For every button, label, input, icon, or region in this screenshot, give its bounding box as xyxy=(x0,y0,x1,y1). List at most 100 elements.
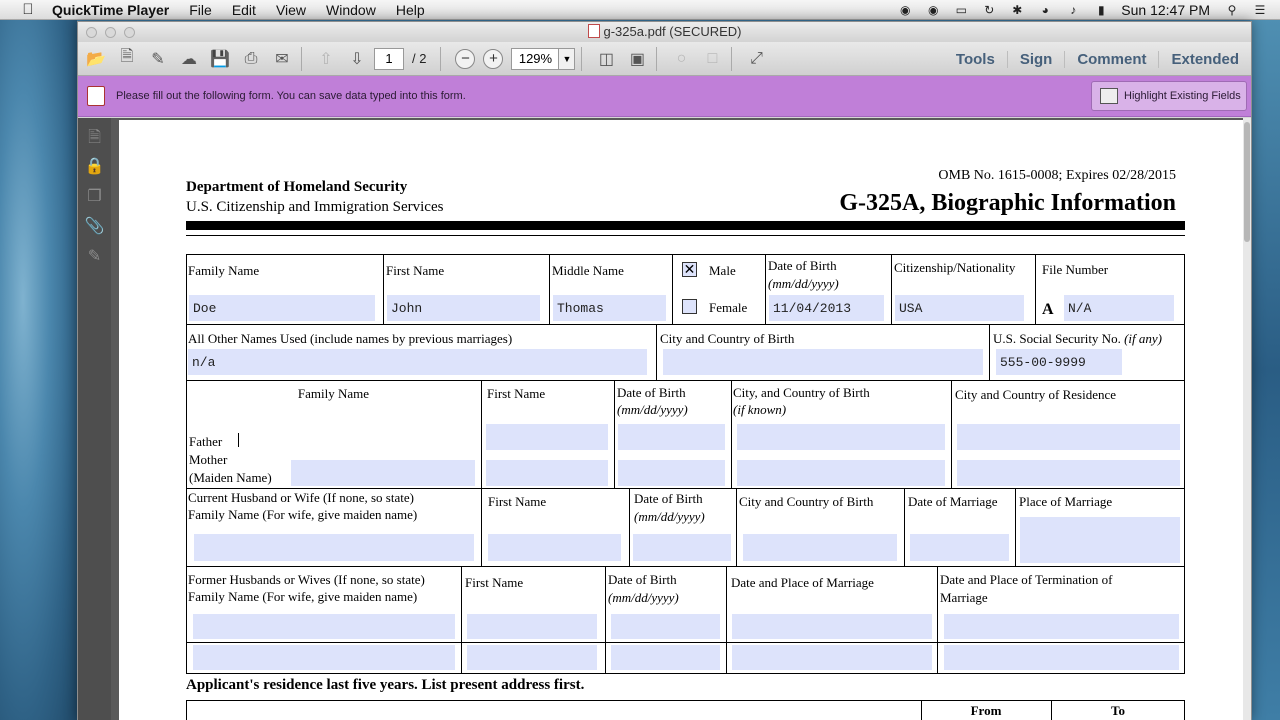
zoom-window-button[interactable] xyxy=(124,27,135,38)
tools-pane-link[interactable]: Tools xyxy=(944,51,1007,68)
male-checkbox[interactable]: ✕ xyxy=(682,262,697,277)
signature-icon[interactable]: ✎ xyxy=(85,246,105,268)
former-dpm-field-1[interactable] xyxy=(732,614,932,639)
dob-format-label: (mm/dd/yyyy) xyxy=(768,276,839,291)
former-first-name-field-1[interactable] xyxy=(467,614,597,639)
airplay-icon[interactable]: ▭ xyxy=(953,3,969,17)
spouse-first-name-field[interactable] xyxy=(488,534,621,561)
former-dob-field-1[interactable] xyxy=(611,614,720,639)
table-border xyxy=(186,673,1185,674)
zoom-in-button[interactable]: + xyxy=(483,48,504,69)
fit-width-icon[interactable]: ▣ xyxy=(624,47,650,71)
print-icon[interactable]: ⎙ xyxy=(238,47,264,71)
comment-bubble-icon[interactable]: ○ xyxy=(668,47,694,71)
parents-dob-format-label: (mm/dd/yyyy) xyxy=(617,402,688,417)
open-icon[interactable]: 📂 xyxy=(83,47,109,71)
former-first-name-field-2[interactable] xyxy=(467,645,597,670)
father-city-birth-field[interactable] xyxy=(737,424,945,450)
save-icon[interactable]: 💾 xyxy=(207,47,233,71)
table-border xyxy=(1184,254,1185,674)
sticky-note-icon[interactable]: □ xyxy=(699,47,725,71)
spouse-dob-field[interactable] xyxy=(633,534,731,561)
menu-window[interactable]: Window xyxy=(326,2,376,18)
menu-file[interactable]: File xyxy=(189,2,212,18)
previous-page-icon[interactable]: ⇧ xyxy=(313,47,339,71)
other-names-field[interactable]: n/a xyxy=(188,349,647,375)
close-window-button[interactable] xyxy=(86,27,97,38)
father-residence-field[interactable] xyxy=(957,424,1180,450)
pdf-window: g-325a.pdf (SECURED) 📂 🗎 ✎ ☁ 💾 ⎙ ✉ ⇧ ⇩ 1… xyxy=(77,21,1252,720)
mother-first-name-field[interactable] xyxy=(486,460,608,486)
spouse-city-birth-field[interactable] xyxy=(743,534,897,561)
former-family-name-field-2[interactable] xyxy=(193,645,455,670)
app-menu[interactable]: QuickTime Player xyxy=(52,2,169,18)
sign-pane-link[interactable]: Sign xyxy=(1006,50,1065,68)
first-name-field[interactable]: John xyxy=(387,295,540,321)
highlight-fields-button[interactable]: Highlight Existing Fields xyxy=(1091,81,1247,111)
minimize-window-button[interactable] xyxy=(105,27,116,38)
table-border xyxy=(481,380,482,488)
bluetooth-icon[interactable]: ✱ xyxy=(1009,3,1025,17)
former-dpm-field-2[interactable] xyxy=(732,645,932,670)
extended-pane-link[interactable]: Extended xyxy=(1158,50,1251,68)
email-icon[interactable]: ✉ xyxy=(269,47,295,71)
father-dob-field[interactable] xyxy=(618,424,725,450)
fit-page-icon[interactable]: ◫ xyxy=(593,47,619,71)
full-screen-icon[interactable]: ⤢ xyxy=(743,47,769,71)
family-name-field[interactable]: Doe xyxy=(189,295,375,321)
battery-icon[interactable]: ▮ xyxy=(1093,3,1109,17)
menu-edit[interactable]: Edit xyxy=(232,2,256,18)
wifi-icon[interactable]: ◕ xyxy=(1037,3,1053,17)
attachments-paperclip-icon[interactable]: 📎 xyxy=(85,216,105,238)
zoom-dropdown-icon[interactable]: ▼ xyxy=(559,47,576,70)
citizenship-field[interactable]: USA xyxy=(895,295,1024,321)
comment-pane-link[interactable]: Comment xyxy=(1064,50,1158,68)
time-machine-icon[interactable]: ↻ xyxy=(981,3,997,17)
volume-icon[interactable]: ♪ xyxy=(1065,3,1081,17)
table-border xyxy=(186,254,187,674)
female-checkbox[interactable] xyxy=(682,299,697,314)
evernote-icon[interactable]: ◉ xyxy=(897,3,913,17)
apple-menu-icon[interactable]:  xyxy=(18,1,38,18)
pages-icon[interactable]: ❐ xyxy=(85,186,105,208)
record-icon[interactable]: ◉ xyxy=(925,3,941,17)
menu-view[interactable]: View xyxy=(276,2,306,18)
upload-icon[interactable]: ☁ xyxy=(176,47,202,71)
create-pdf-icon[interactable]: 🗎 xyxy=(114,47,140,71)
parents-dob-label: Date of Birth xyxy=(617,385,686,400)
toolbar-divider xyxy=(581,46,583,71)
zoom-out-button[interactable]: − xyxy=(455,48,476,69)
spouse-dom-field[interactable] xyxy=(910,534,1009,561)
other-names-label: All Other Names Used (include names by p… xyxy=(188,331,513,346)
zoom-level-input[interactable]: 129% xyxy=(511,47,560,70)
former-dpt-field-1[interactable] xyxy=(944,614,1179,639)
file-number-field[interactable]: N/A xyxy=(1064,295,1174,321)
former-first-name-label: First Name xyxy=(465,575,524,590)
page-thumbnails-icon[interactable]: 🗎 xyxy=(85,126,105,148)
scrollbar-thumb[interactable] xyxy=(1244,122,1250,242)
security-lock-icon[interactable]: 🔒 xyxy=(85,156,105,178)
middle-name-field[interactable]: Thomas xyxy=(553,295,666,321)
residence-heading: Applicant's residence last five years. L… xyxy=(186,677,585,693)
mother-dob-field[interactable] xyxy=(618,460,725,486)
document-area[interactable]: OMB No. 1615-0008; Expires 02/28/2015 De… xyxy=(111,118,1251,720)
mother-family-name-field[interactable] xyxy=(291,460,475,486)
father-first-name-field[interactable] xyxy=(486,424,608,450)
page-number-input[interactable]: 1 xyxy=(374,47,404,70)
ssn-field[interactable]: 555-00-9999 xyxy=(996,349,1122,375)
mother-city-birth-field[interactable] xyxy=(737,460,945,486)
next-page-icon[interactable]: ⇩ xyxy=(344,47,370,71)
spouse-family-name-field[interactable] xyxy=(194,534,474,561)
former-family-name-field-1[interactable] xyxy=(193,614,455,639)
spouse-pom-field[interactable] xyxy=(1020,517,1180,563)
dob-field[interactable]: 11/04/2013 xyxy=(769,295,884,321)
menu-help[interactable]: Help xyxy=(396,2,425,18)
former-dpt-field-2[interactable] xyxy=(944,645,1179,670)
spotlight-search-icon[interactable]: ⚲ xyxy=(1224,3,1240,17)
city-country-birth-field[interactable] xyxy=(663,349,983,375)
former-dob-field-2[interactable] xyxy=(611,645,720,670)
edit-icon[interactable]: ✎ xyxy=(145,47,171,71)
notification-center-icon[interactable]: ☰ xyxy=(1252,3,1268,17)
mother-residence-field[interactable] xyxy=(957,460,1180,486)
menu-clock[interactable]: Sun 12:47 PM xyxy=(1121,2,1210,18)
